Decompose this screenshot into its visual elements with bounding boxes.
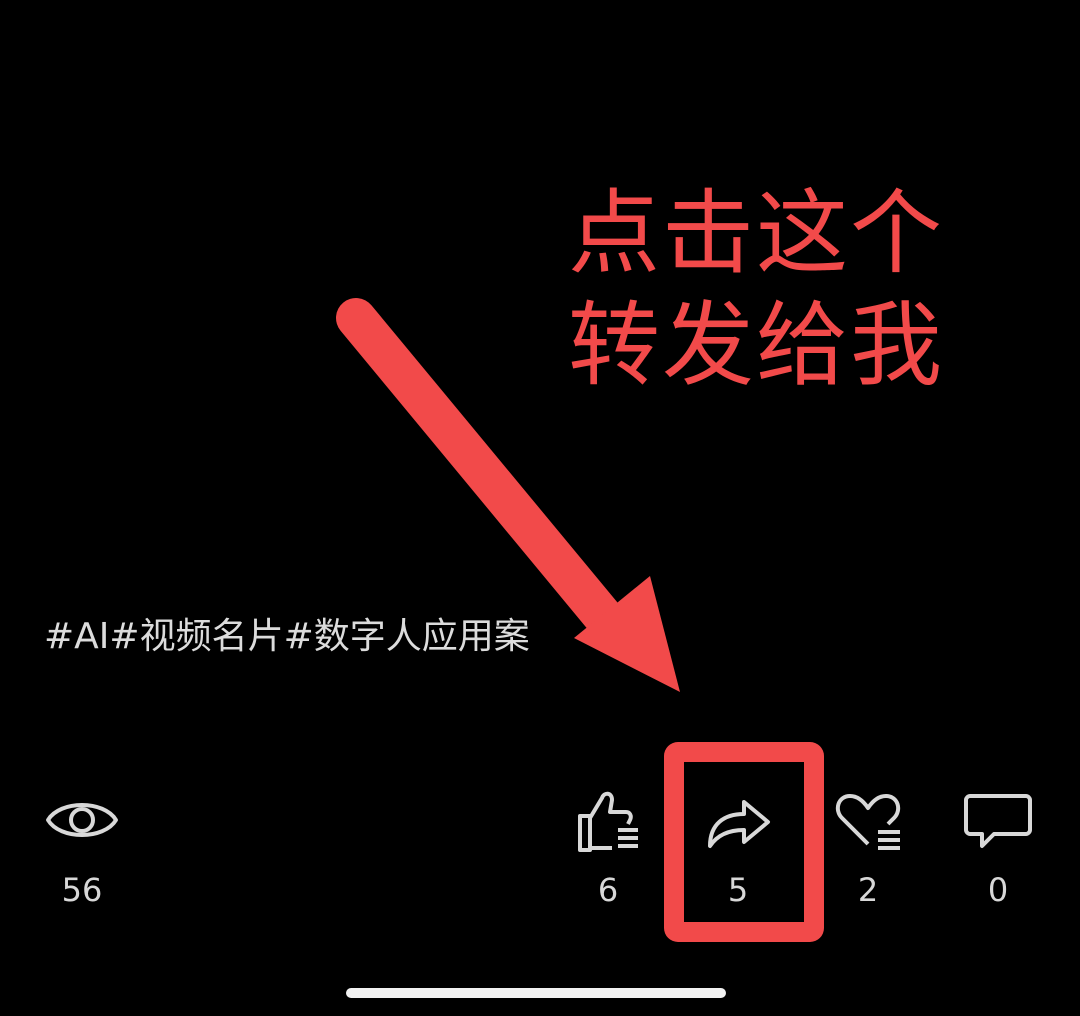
post-hashtags: #AI#视频名片#数字人应用案 — [44, 616, 530, 657]
comment-bubble-icon — [964, 794, 1032, 848]
like-button[interactable]: 6 — [548, 780, 668, 910]
annotation-text: 点击这个 转发给我 — [568, 178, 948, 402]
likes-count: 6 — [597, 871, 619, 909]
annotation-line-1: 点击这个 — [568, 180, 945, 287]
favorite-button[interactable]: 2 — [808, 780, 928, 910]
comments-count: 0 — [987, 871, 1009, 909]
thumbs-up-icon — [578, 791, 638, 852]
eye-icon — [46, 803, 118, 837]
heart-icon — [835, 794, 901, 850]
favorites-count: 2 — [857, 871, 879, 909]
share-highlight-box — [664, 742, 824, 942]
annotation-line-2: 转发给我 — [568, 292, 945, 399]
views-stat: 56 — [22, 780, 142, 910]
comment-button[interactable]: 0 — [938, 780, 1058, 910]
views-count: 56 — [61, 871, 103, 909]
home-indicator[interactable] — [346, 988, 726, 998]
